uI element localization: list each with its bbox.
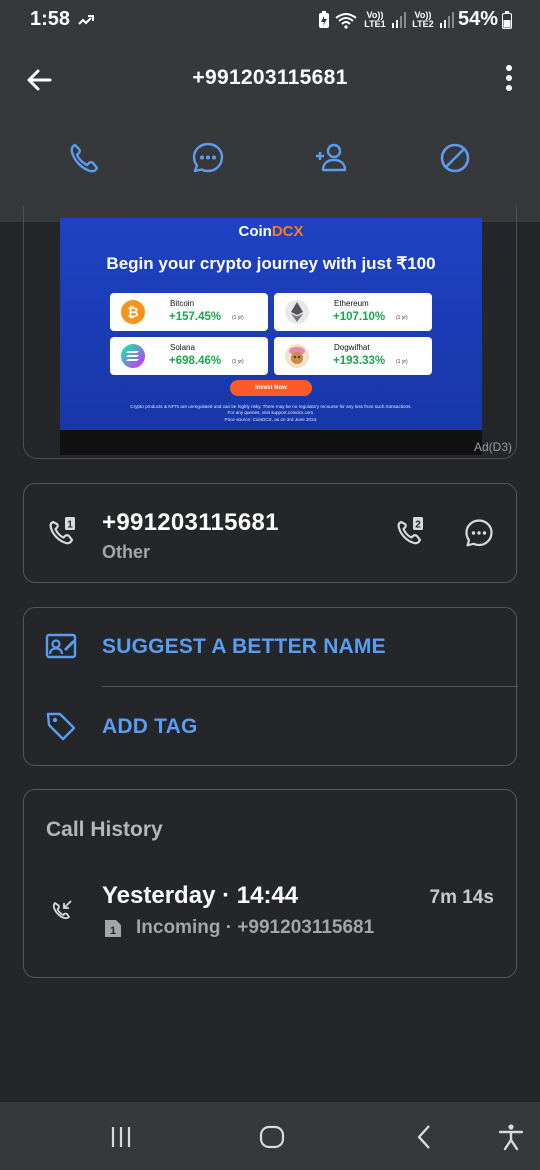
coin-change: +193.33%	[333, 355, 386, 367]
battery-percent: 54%	[457, 8, 498, 30]
status-bar: 1:58 Vo)) LTE1 Vo)) LTE2 54%	[0, 0, 540, 44]
sim-card-icon: 1	[105, 920, 121, 937]
message-icon[interactable]	[190, 140, 226, 176]
bitcoin-icon: ₿	[121, 300, 145, 324]
accessibility-icon[interactable]	[496, 1122, 526, 1152]
svg-text:1: 1	[67, 520, 73, 531]
coin-period: (1 yr)	[232, 315, 244, 321]
more-vertical-icon[interactable]	[504, 64, 514, 92]
coin-change: +157.45%	[169, 311, 222, 323]
coin-name: Ethereum	[334, 299, 369, 308]
coin-name: Bitcoin	[170, 299, 195, 308]
svg-text:1: 1	[110, 925, 116, 937]
ad-card[interactable]: CoinDCX Begin your crypto journey with j…	[23, 206, 517, 459]
status-right: Vo)) LTE1 Vo)) LTE2 54%	[318, 8, 512, 31]
message-icon[interactable]	[464, 518, 494, 548]
coin-name: Dogwifhat	[334, 343, 370, 352]
ad-disclaimer: Crypto products & NFTs are unregulated a…	[130, 404, 412, 422]
suggest-name-button[interactable]: SUGGEST A BETTER NAME	[102, 635, 386, 659]
battery-icon	[502, 10, 512, 29]
coin-tile: Ethereum +107.10% (1 yr)	[274, 293, 432, 331]
coin-period: (1 yr)	[232, 359, 244, 365]
contact-card: 1 +991203115681 Other 2	[23, 483, 517, 583]
call-history-title: Call History	[46, 818, 163, 841]
coin-tile: Dogwifhat +193.33% (1 yr)	[274, 337, 432, 375]
signal1-icon	[391, 11, 406, 28]
svg-text:₿: ₿	[127, 304, 138, 320]
recent-apps-icon[interactable]	[106, 1122, 136, 1152]
ad-brand-logo: CoinDCX	[238, 223, 304, 240]
phone-icon[interactable]	[66, 140, 102, 176]
dogwifhat-icon	[285, 344, 309, 368]
coin-change: +107.10%	[333, 311, 386, 323]
app-header: +991203115681	[0, 44, 540, 222]
network2-label: Vo)) LTE2	[412, 9, 434, 29]
incoming-call-icon	[52, 900, 72, 920]
coin-tile: Solana +698.46% (1 yr)	[110, 337, 268, 375]
contact-number-type: Other	[102, 542, 151, 562]
action-bar	[0, 140, 540, 180]
battery-saver-icon	[318, 10, 329, 28]
tag-icon	[46, 712, 76, 741]
add-contact-icon[interactable]	[313, 140, 349, 176]
ad-headline: Begin your crypto journey with just ₹100	[106, 254, 436, 273]
system-nav-bar	[0, 1102, 540, 1170]
home-icon[interactable]	[257, 1122, 287, 1152]
ad-banner[interactable]: CoinDCX Begin your crypto journey with j…	[60, 218, 482, 454]
divider	[102, 686, 518, 687]
call-time: Yesterday · 14:44	[102, 882, 299, 909]
options-card: SUGGEST A BETTER NAME ADD TAG	[23, 607, 518, 766]
call-sim2-icon[interactable]: 2	[394, 514, 428, 548]
call-sim1-icon[interactable]: 1	[46, 514, 80, 548]
wifi-icon	[335, 12, 357, 29]
solana-icon	[121, 344, 145, 368]
ad-label: Ad(D3)	[473, 440, 512, 454]
coin-name: Solana	[170, 343, 195, 352]
call-history-card: Call History Yesterday · 14:44 7m 14s 1 …	[23, 789, 517, 978]
coin-period: (1 yr)	[396, 315, 408, 321]
coin-period: (1 yr)	[396, 359, 408, 365]
network1-label: Vo)) LTE1	[364, 9, 386, 29]
edit-contact-card-icon	[45, 633, 77, 659]
invest-now-button[interactable]: Invest Now	[230, 380, 312, 396]
back-icon[interactable]	[409, 1122, 439, 1152]
coin-tile: ₿ Bitcoin +157.45% (1 yr)	[110, 293, 268, 331]
ethereum-icon	[285, 300, 309, 324]
contact-number: +991203115681	[102, 509, 279, 536]
signal2-icon	[439, 11, 454, 28]
call-duration: 7m 14s	[429, 887, 494, 908]
coin-change: +698.46%	[169, 355, 222, 367]
add-tag-button[interactable]: ADD TAG	[102, 715, 198, 739]
page-title: +991203115681	[192, 66, 348, 89]
svg-text:2: 2	[415, 520, 421, 531]
call-forward-icon	[78, 15, 94, 25]
call-detail: Incoming · +991203115681	[136, 917, 375, 938]
ad-footer-strip	[60, 430, 482, 455]
status-time: 1:58	[30, 8, 71, 30]
block-icon[interactable]	[437, 140, 473, 176]
